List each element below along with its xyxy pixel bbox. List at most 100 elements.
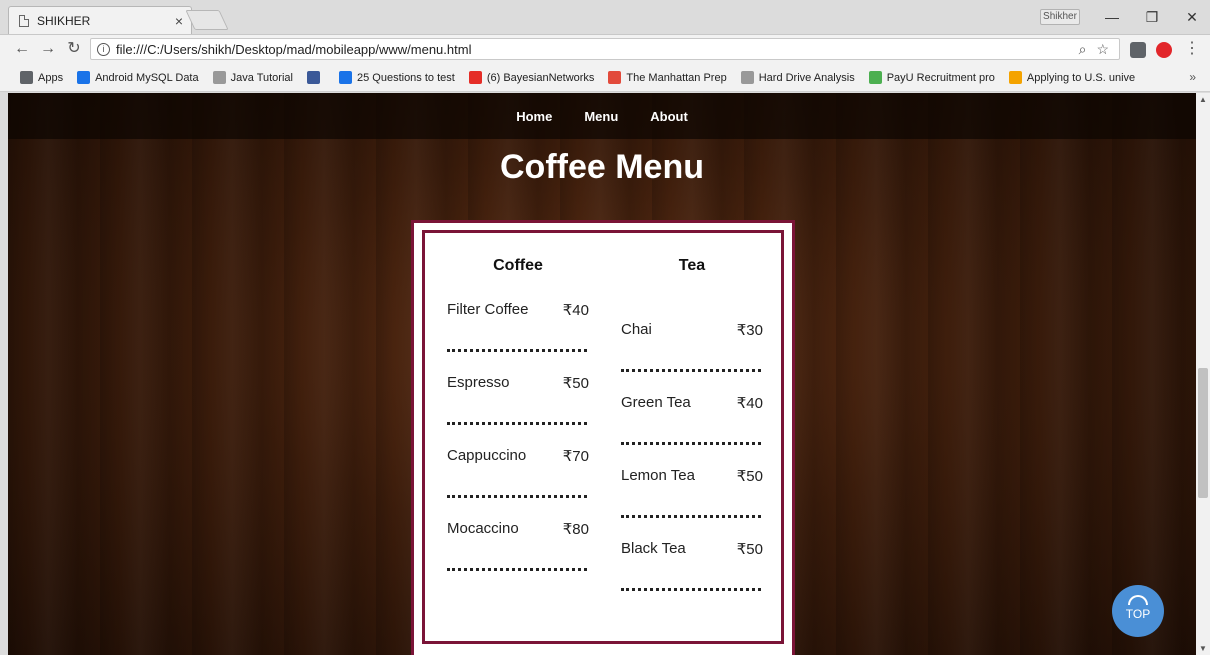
bookmark-icon	[77, 71, 91, 84]
bookmark-icon	[608, 71, 622, 84]
nav-home[interactable]: Home	[500, 109, 568, 124]
bookmark-label: Java Tutorial	[230, 71, 293, 84]
item-name: Espresso	[447, 374, 510, 391]
dotted-divider	[621, 515, 761, 518]
bookmark-item[interactable]: Java Tutorial	[212, 71, 293, 84]
bookmarks-overflow-icon[interactable]: »	[1189, 70, 1196, 84]
item-price: ₹40	[736, 395, 763, 412]
bookmark-icon	[740, 71, 754, 84]
bookmark-icon	[1008, 71, 1022, 84]
dotted-divider	[447, 495, 587, 498]
list-item: Mocaccino ₹80	[447, 520, 589, 593]
list-item: Lemon Tea ₹50	[621, 467, 763, 540]
page-scrollbar[interactable]: ▲ ▼	[1196, 93, 1210, 655]
bookmark-item[interactable]: Android MySQL Data	[77, 71, 199, 84]
back-to-top-button[interactable]: TOP	[1112, 585, 1164, 637]
close-window-icon[interactable]: ✕	[1180, 6, 1204, 28]
bookmark-item[interactable]: Applying to U.S. unive	[1008, 71, 1136, 84]
dotted-divider	[621, 588, 761, 591]
item-name: Cappuccino	[447, 447, 527, 464]
dotted-divider	[447, 349, 587, 352]
scroll-up-icon[interactable]: ▲	[1199, 95, 1207, 104]
item-name: Black Tea	[621, 540, 686, 557]
list-item: Filter Coffee ₹40	[447, 301, 589, 374]
reload-icon[interactable]: ↻	[64, 39, 84, 59]
bookmark-label: Android MySQL Data	[95, 71, 199, 84]
bookmark-label: Hard Drive Analysis	[758, 71, 855, 84]
bookmark-label: PayU Recruitment pro	[886, 71, 995, 84]
bookmark-item[interactable]: Apps	[20, 71, 63, 84]
list-item: Cappuccino ₹70	[447, 447, 589, 520]
browser-tab[interactable]: SHIKHER ×	[8, 6, 192, 34]
star-icon[interactable]: ☆	[1096, 41, 1109, 58]
item-name: Mocaccino	[447, 520, 519, 537]
dotted-divider	[621, 369, 761, 372]
nav-about[interactable]: About	[634, 109, 704, 124]
menu-dots-icon[interactable]: ⋮	[1182, 39, 1202, 59]
tea-heading: Tea	[678, 257, 706, 274]
extension-icon[interactable]	[1130, 42, 1146, 58]
restore-icon[interactable]: ❐	[1140, 6, 1164, 28]
back-icon[interactable]: ←	[12, 39, 32, 59]
title-bar: SHIKHER × Shikher — ❐ ✕	[0, 0, 1210, 34]
forward-icon[interactable]: →	[38, 39, 58, 59]
bookmark-label: (6) BayesianNetworks	[486, 71, 595, 84]
browser-toolbar: ← → ↻ i file:///C:/Users/shikh/Desktop/m…	[0, 34, 1210, 64]
item-price: ₹30	[736, 322, 763, 339]
address-bar[interactable]: i file:///C:/Users/shikh/Desktop/mad/mob…	[90, 38, 1120, 60]
tea-column: Tea Chai ₹30 Green Tea ₹40 Lemon Tea ₹50	[621, 233, 763, 613]
list-item: Green Tea ₹40	[621, 394, 763, 467]
coffee-heading: Coffee	[493, 257, 543, 274]
bookmark-icon	[306, 71, 320, 84]
page-viewport: Home Menu About Coffee Menu Coffee Filte…	[8, 93, 1196, 655]
item-name: Lemon Tea	[621, 467, 695, 484]
dotted-divider	[621, 442, 761, 445]
bookmark-label: Applying to U.S. unive	[1026, 71, 1136, 84]
nav-menu[interactable]: Menu	[568, 109, 634, 124]
bookmark-item[interactable]: The Manhattan Prep	[608, 71, 727, 84]
zoom-icon[interactable]: ⌕	[1079, 41, 1087, 58]
profile-button[interactable]: Shikher	[1040, 9, 1080, 25]
tab-close-icon[interactable]: ×	[175, 13, 183, 29]
menu-inner-border: Coffee Filter Coffee ₹40 Espresso ₹50 Capp…	[422, 230, 784, 644]
bookmark-item[interactable]: Hard Drive Analysis	[740, 71, 855, 84]
top-label: TOP	[1125, 607, 1151, 621]
item-name: Green Tea	[621, 394, 691, 411]
adblock-icon[interactable]	[1156, 42, 1172, 58]
item-name: Chai	[621, 321, 652, 338]
url-text: file:///C:/Users/shikh/Desktop/mad/mobil…	[116, 41, 472, 57]
item-price: ₹50	[562, 375, 589, 392]
bookmark-item[interactable]	[306, 71, 325, 84]
bookmarks-bar: Apps Android MySQL Data Java Tutorial 25 Qu…	[0, 64, 1210, 92]
page-icon	[19, 14, 29, 27]
scrollbar-thumb[interactable]	[1198, 368, 1208, 498]
dotted-divider	[447, 568, 587, 571]
bookmark-label: 25 Questions to test	[356, 71, 455, 84]
minimize-icon[interactable]: —	[1100, 6, 1124, 28]
bookmark-item[interactable]: (6) BayesianNetworks	[468, 71, 595, 84]
bookmark-item[interactable]: PayU Recruitment pro	[868, 71, 995, 84]
bookmark-icon	[338, 71, 352, 84]
item-price: ₹70	[562, 448, 589, 465]
item-price: ₹50	[736, 541, 763, 558]
dotted-divider	[447, 422, 587, 425]
info-icon[interactable]: i	[97, 42, 110, 56]
item-price: ₹40	[562, 302, 589, 319]
scroll-down-icon[interactable]: ▼	[1199, 644, 1207, 653]
bookmark-label: The Manhattan Prep	[626, 71, 727, 84]
bookmark-icon	[212, 71, 226, 84]
menu-card: Coffee Filter Coffee ₹40 Espresso ₹50 Capp…	[411, 220, 795, 655]
page-title: Coffee Menu	[500, 148, 704, 186]
item-price: ₹80	[562, 521, 589, 538]
chevron-up-icon	[1128, 595, 1148, 605]
bookmark-icon	[20, 71, 33, 84]
item-name: Filter Coffee	[447, 301, 529, 318]
bookmark-label: Apps	[38, 71, 64, 84]
list-item: Chai ₹30	[621, 321, 763, 394]
list-item: Black Tea ₹50	[621, 540, 763, 613]
site-navbar: Home Menu About	[8, 93, 1196, 139]
bookmark-item[interactable]: 25 Questions to test	[338, 71, 455, 84]
tab-title: SHIKHER	[37, 13, 91, 28]
bookmark-icon	[468, 71, 482, 84]
list-item: Espresso ₹50	[447, 374, 589, 447]
